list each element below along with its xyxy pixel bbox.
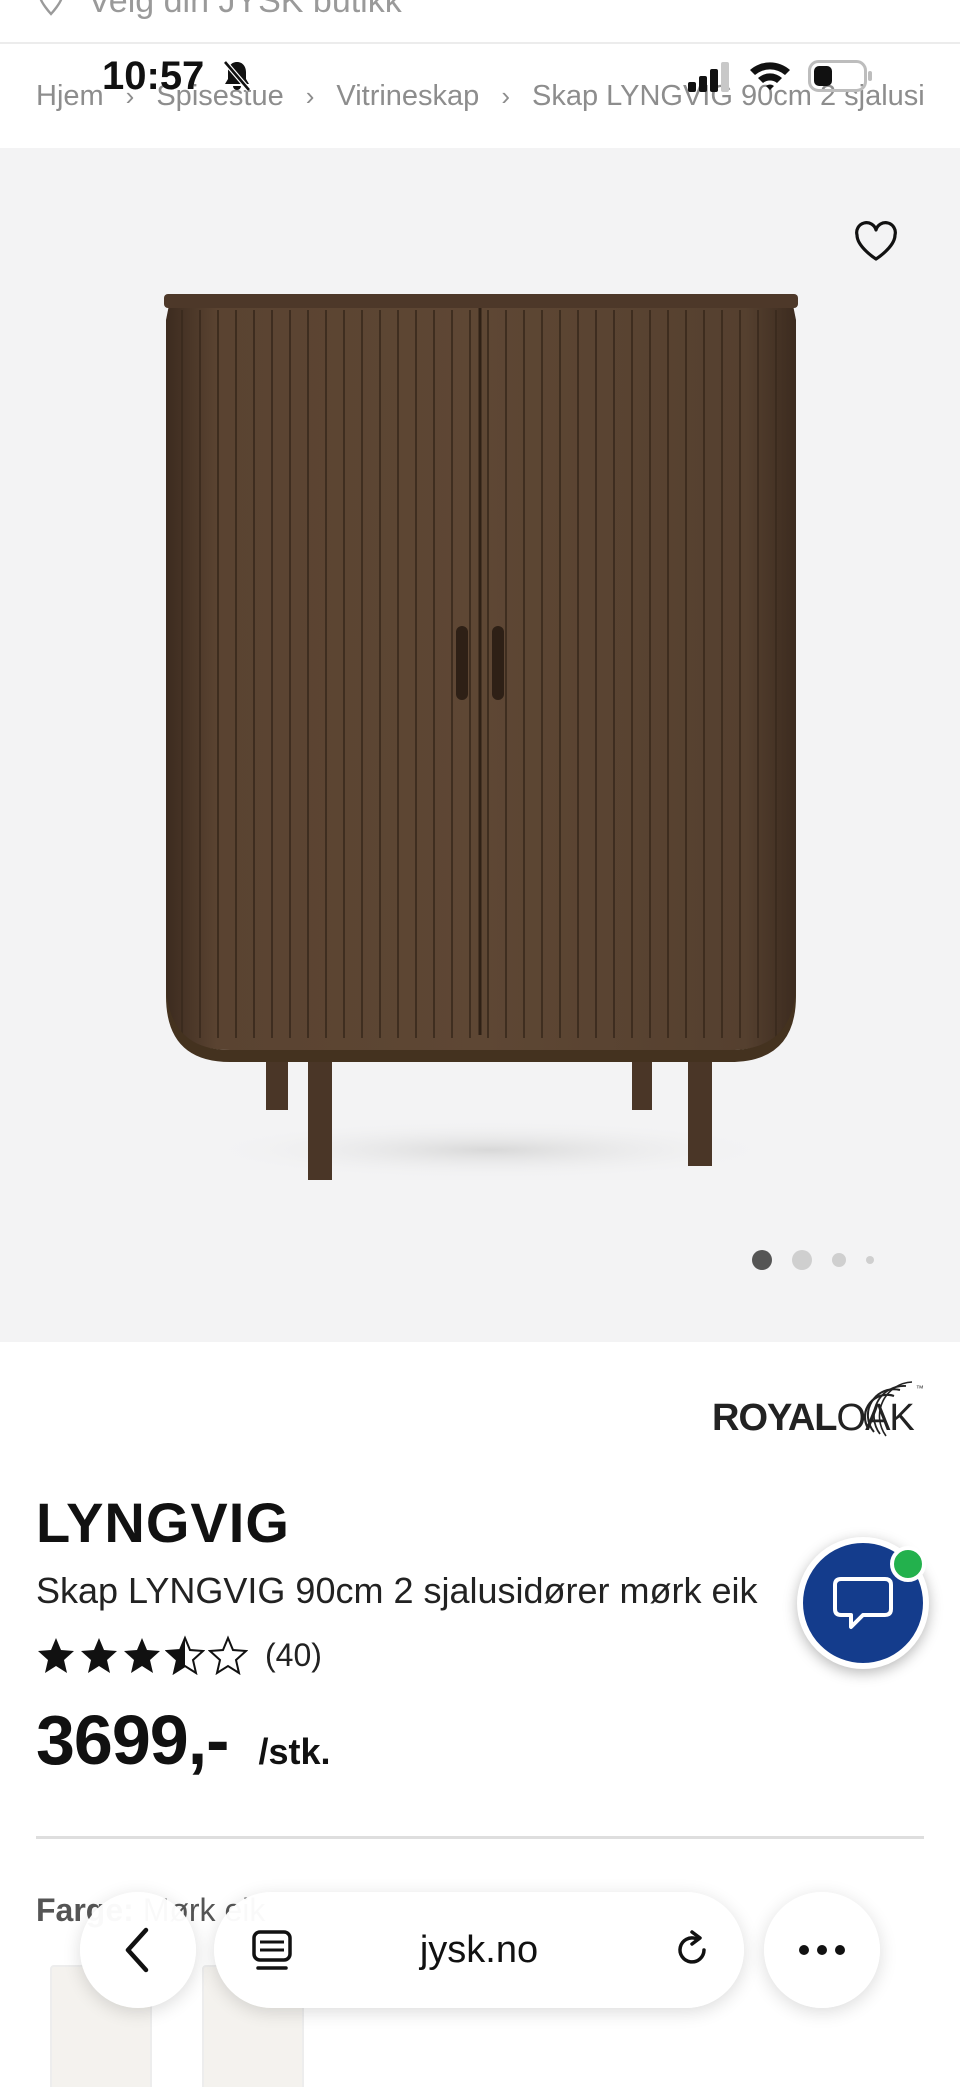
brand-name-part1: ROYAL [712, 1397, 838, 1439]
status-time: 10:57 [102, 54, 205, 98]
breadcrumb-item-display-cabinets[interactable]: Vitrineskap [336, 80, 479, 113]
star-half-icon [165, 1635, 205, 1675]
star-full-icon [38, 1638, 74, 1673]
more-button[interactable] [764, 1892, 880, 2008]
store-selector[interactable]: Velg din JYSK butikk [0, 0, 960, 42]
product-title: LYNGVIG [36, 1491, 290, 1554]
bell-slash-icon [223, 60, 251, 92]
pagination-dot[interactable] [832, 1253, 846, 1267]
favorite-button[interactable] [850, 216, 902, 268]
signal-icon [688, 62, 729, 92]
tabs-icon[interactable] [250, 1928, 294, 1972]
url-text[interactable]: jysk.no [364, 1892, 594, 2008]
product-image [164, 294, 798, 1180]
more-icon [799, 1945, 845, 1955]
heart-icon [855, 221, 897, 261]
back-button[interactable] [80, 1892, 196, 2008]
divider [0, 42, 960, 44]
pagination-dot[interactable] [866, 1256, 874, 1264]
star-empty-icon [208, 1635, 248, 1675]
pagination-dot-active[interactable] [752, 1250, 772, 1270]
price-amount: 3699,- [36, 1701, 229, 1779]
address-bar[interactable]: jysk.no [214, 1892, 744, 2008]
price-unit: /stk. [258, 1731, 331, 1772]
gallery-pagination [752, 1248, 902, 1272]
chat-bubble-icon [833, 1577, 893, 1629]
store-selector-label: Velg din JYSK butikk [88, 0, 402, 20]
breadcrumb-separator: › [305, 80, 315, 111]
battery-icon [808, 60, 872, 92]
star-full-icon [81, 1638, 117, 1673]
chat-online-badge [890, 1546, 926, 1582]
review-count[interactable]: (40) [265, 1637, 322, 1674]
brand-arcs-icon [863, 1381, 913, 1437]
wifi-icon [750, 62, 790, 90]
divider [36, 1836, 924, 1839]
chevron-left-icon [125, 1927, 149, 1973]
product-rating[interactable]: (40) [36, 1630, 322, 1680]
location-pin-icon [39, 0, 63, 16]
pagination-dot[interactable] [792, 1250, 812, 1270]
product-price: 3699,- /stk. [36, 1700, 331, 1780]
breadcrumb-separator: › [501, 80, 510, 111]
breadcrumb-item-home[interactable]: Hjem [36, 80, 104, 113]
star-full-icon [124, 1638, 160, 1673]
product-description: Skap LYNGVIG 90cm 2 sjalusidører mørk ei… [36, 1570, 758, 1611]
reload-icon[interactable] [670, 1928, 714, 1972]
